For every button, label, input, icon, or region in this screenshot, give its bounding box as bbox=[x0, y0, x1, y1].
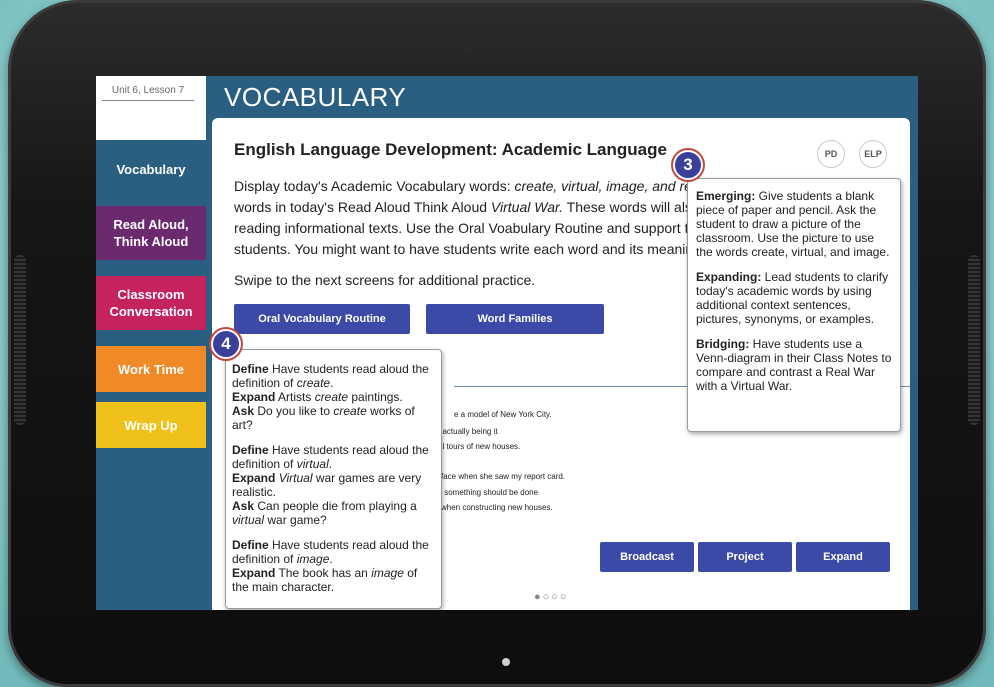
define-label: Define bbox=[232, 362, 269, 376]
tip-label: Expanding: bbox=[696, 270, 762, 284]
badge-number: 4 bbox=[221, 334, 231, 353]
routine-block-image: Define Have students read aloud the defi… bbox=[232, 538, 429, 594]
example-sentence: e a model of New York City. bbox=[454, 410, 552, 419]
project-button[interactable]: Project bbox=[698, 542, 792, 572]
camera-icon bbox=[466, 44, 474, 52]
define-label: Define bbox=[232, 443, 269, 457]
callout-badge-4: 4 bbox=[211, 329, 241, 359]
button-label: Project bbox=[726, 551, 764, 563]
sidebar-item-label: Read Aloud, Think Aloud bbox=[113, 217, 189, 249]
callout-badge-3: 3 bbox=[673, 150, 703, 180]
instructions-text: Display today's Academic Vocabulary word… bbox=[234, 176, 704, 260]
body-book-title: Virtual War. bbox=[490, 199, 564, 215]
sidebar-item-classroom-conversation[interactable]: Classroom Conversation bbox=[96, 276, 206, 330]
page-indicator[interactable]: ●○○○ bbox=[534, 591, 569, 603]
body-text: students. You might want to have student… bbox=[234, 241, 701, 257]
ask-label: Ask bbox=[232, 499, 255, 513]
body-vocab-words: create, virtual, image, and re bbox=[514, 178, 692, 194]
expand-button[interactable]: Expand bbox=[796, 542, 890, 572]
emerging-tip: Emerging: Give students a blank piece of… bbox=[696, 189, 894, 259]
routine-block-virtual: Define Have students read aloud the defi… bbox=[232, 443, 429, 527]
routine-text: Do you like to bbox=[254, 404, 334, 418]
elp-button[interactable]: ELP bbox=[859, 140, 887, 168]
app-screen: Unit 6, Lesson 7 Vocabulary Read Aloud, … bbox=[96, 76, 918, 610]
speaker-grille-left bbox=[14, 255, 26, 425]
tip-label: Emerging: bbox=[696, 189, 756, 203]
speaker-grille-right bbox=[968, 255, 980, 425]
sidebar-item-read-aloud[interactable]: Read Aloud, Think Aloud bbox=[96, 206, 206, 260]
sidebar-item-vocabulary[interactable]: Vocabulary bbox=[96, 147, 206, 191]
routine-popup: Define Have students read aloud the defi… bbox=[225, 349, 442, 609]
home-button[interactable] bbox=[502, 658, 510, 666]
example-sentence: v something should be done bbox=[438, 488, 539, 497]
section-title: English Language Development: Academic L… bbox=[234, 140, 667, 159]
routine-word: virtual bbox=[296, 457, 329, 471]
routine-word: Virtual bbox=[278, 471, 313, 485]
sidebar-item-label: Vocabulary bbox=[116, 161, 186, 177]
body-text: These words will als bbox=[563, 199, 692, 215]
sidebar-item-work-time[interactable]: Work Time bbox=[96, 346, 206, 392]
broadcast-button[interactable]: Broadcast bbox=[600, 542, 694, 572]
pd-label: PD bbox=[824, 149, 838, 159]
ask-label: Ask bbox=[232, 404, 255, 418]
swipe-hint: Swipe to the next screens for additional… bbox=[234, 272, 536, 288]
routine-text: The book has an bbox=[275, 566, 372, 580]
routine-word: image bbox=[371, 566, 404, 580]
routine-word: create bbox=[296, 376, 331, 390]
body-text: Display today's Academic Vocabulary word… bbox=[234, 178, 515, 194]
routine-text: Can people die from playing a bbox=[254, 499, 417, 513]
sidebar-item-label: Classroom Conversation bbox=[109, 287, 193, 319]
define-label: Define bbox=[232, 538, 269, 552]
sidebar-item-label: Work Time bbox=[118, 361, 184, 377]
expanding-tip: Expanding: Lead students to clarify toda… bbox=[696, 270, 894, 326]
sidebar-item-label: Wrap Up bbox=[124, 417, 178, 433]
example-sentence: face when she saw my report card. bbox=[441, 472, 566, 481]
oral-vocabulary-routine-button[interactable]: Oral Vocabulary Routine bbox=[234, 304, 410, 334]
routine-text: war game? bbox=[264, 513, 327, 527]
word-families-button[interactable]: Word Families bbox=[426, 304, 604, 334]
page-title: VOCABULARY bbox=[224, 82, 407, 112]
sidebar: Unit 6, Lesson 7 Vocabulary Read Aloud, … bbox=[96, 76, 206, 610]
routine-word: virtual bbox=[232, 513, 265, 527]
bridging-tip: Bridging: Have students use a Venn-diagr… bbox=[696, 337, 894, 393]
routine-word: image bbox=[296, 552, 330, 566]
button-label: Broadcast bbox=[620, 551, 674, 563]
example-sentence: al tours of new houses. bbox=[438, 442, 521, 451]
elp-popup: Emerging: Give students a blank piece of… bbox=[687, 178, 901, 432]
sensor-icon bbox=[546, 44, 551, 49]
example-sentence: t actually being it bbox=[438, 427, 498, 436]
example-sentence: when constructing new houses. bbox=[441, 503, 553, 512]
lesson-label: Unit 6, Lesson 7 bbox=[102, 85, 194, 101]
pd-button[interactable]: PD bbox=[817, 140, 845, 168]
routine-text: Artists bbox=[275, 390, 315, 404]
badge-number: 3 bbox=[683, 155, 693, 174]
button-label: Word Families bbox=[477, 313, 553, 325]
tip-label: Bridging: bbox=[696, 337, 750, 351]
body-text: words in today's Read Aloud Think Aloud bbox=[234, 199, 491, 215]
routine-text: paintings. bbox=[348, 390, 403, 404]
body-text: reading informational texts. Use the Ora… bbox=[234, 220, 697, 236]
routine-word: create bbox=[314, 390, 349, 404]
routine-block-create: Define Have students read aloud the defi… bbox=[232, 362, 429, 432]
sidebar-item-wrap-up[interactable]: Wrap Up bbox=[96, 402, 206, 448]
button-label: Oral Vocabulary Routine bbox=[258, 313, 386, 325]
expand-label: Expand bbox=[232, 566, 276, 580]
lesson-box: Unit 6, Lesson 7 bbox=[96, 76, 206, 140]
expand-label: Expand bbox=[232, 390, 276, 404]
expand-label: Expand bbox=[232, 471, 276, 485]
elp-label: ELP bbox=[864, 149, 882, 159]
button-label: Expand bbox=[823, 551, 863, 563]
routine-word: create bbox=[333, 404, 367, 418]
